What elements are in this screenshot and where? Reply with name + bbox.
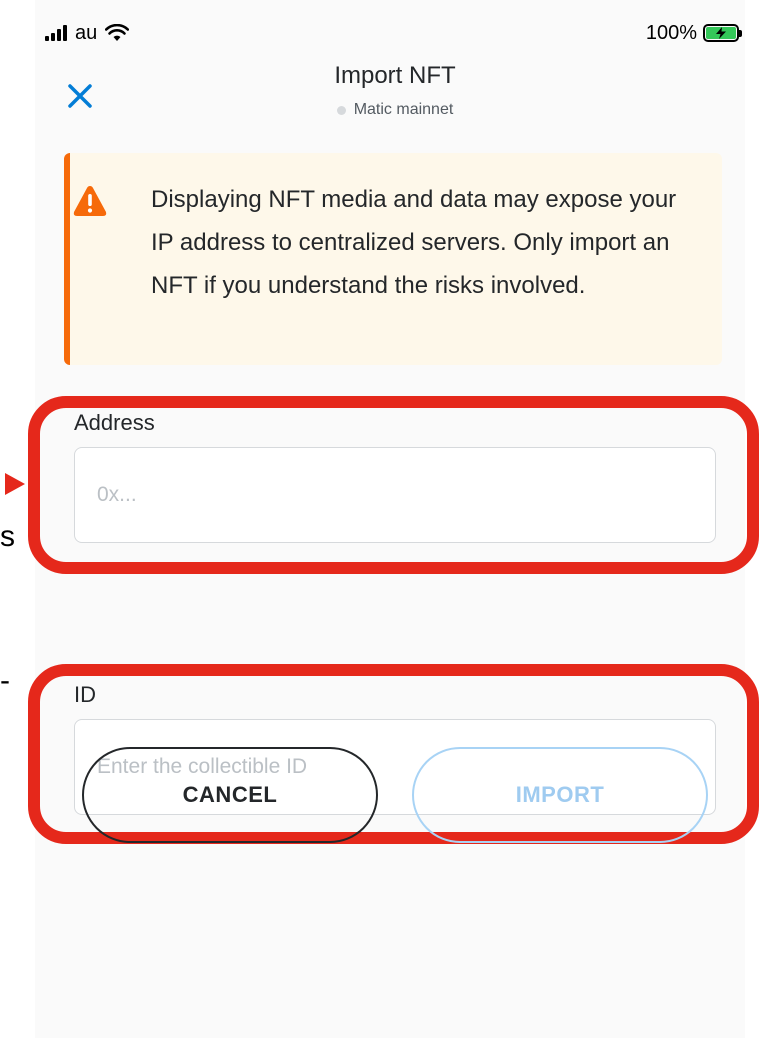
- import-button[interactable]: IMPORT: [412, 747, 708, 843]
- warning-icon: [73, 186, 107, 216]
- cancel-button[interactable]: CANCEL: [82, 747, 378, 843]
- network-indicator: Matic mainnet: [200, 101, 590, 119]
- edge-mark: -: [0, 664, 10, 697]
- annotation-arrow-icon: [5, 473, 25, 495]
- page-title: Import NFT: [334, 62, 456, 89]
- network-name: Matic mainnet: [353, 101, 454, 118]
- charging-bolt-icon: [716, 27, 726, 39]
- carrier-label: au: [75, 21, 98, 44]
- warning-text: Displaying NFT media and data may expose…: [151, 186, 677, 299]
- signal-icon: [45, 25, 67, 41]
- close-button[interactable]: [62, 78, 98, 114]
- wifi-icon: [105, 24, 130, 41]
- edge-letter: s: [0, 520, 15, 553]
- battery-percent: 100%: [645, 21, 697, 44]
- status-bar-right: 100%: [645, 18, 742, 48]
- network-dot-icon: [336, 105, 346, 115]
- close-icon: [68, 84, 92, 108]
- status-bar-left: au: [45, 18, 130, 48]
- address-highlight-box: [28, 396, 759, 574]
- battery-icon: [703, 24, 742, 42]
